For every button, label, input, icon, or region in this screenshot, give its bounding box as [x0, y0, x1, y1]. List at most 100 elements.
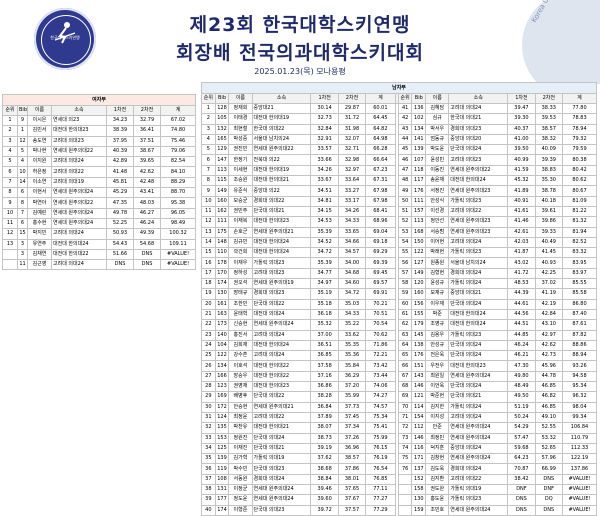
run2-cell: 33.27 — [337, 185, 367, 197]
table-row: 16 178 이재우 가톨릭 의대23 35.39 34.00 69.39 56 127 원종원 서… — [201, 257, 598, 269]
name-cell: 홍진서 — [228, 329, 253, 341]
run1-cell: 34.72 — [310, 247, 339, 259]
total-cell: 95.34 — [561, 381, 598, 393]
rank-cell: 58 — [397, 278, 413, 290]
team-cell: 연세대 원주의대23 — [448, 185, 509, 197]
run2-cell: 48.03 — [133, 197, 161, 209]
bib-cell: 117 — [411, 175, 427, 187]
run2-cell: 32.98 — [337, 154, 367, 166]
run1-cell: 37.16 — [310, 370, 339, 383]
bib-cell: 156 — [411, 298, 427, 310]
run1-cell: 38.84 — [310, 473, 339, 485]
total-cell: 77.11 — [365, 483, 396, 496]
name-cell: 이선경 — [425, 205, 450, 218]
name-cell: 김형현 — [425, 267, 450, 280]
run1-cell: 39.46 — [310, 483, 339, 496]
run2-cell: 33.65 — [337, 226, 367, 238]
run2-cell: 36.41 — [133, 125, 161, 137]
run1-cell: 30.14 — [310, 102, 339, 115]
rank-cell: 1 — [2, 114, 18, 127]
rank-cell: 16 — [201, 257, 216, 269]
run2-cell: 32.97 — [337, 164, 367, 177]
total-cell: 69.57 — [365, 278, 396, 290]
run1-cell: 33.67 — [310, 175, 339, 187]
bib-cell: 125 — [214, 442, 230, 455]
total-cell: 70.54 — [365, 319, 396, 331]
total-cell: 88.70 — [159, 187, 197, 199]
name-cell: 전은욱 — [425, 350, 450, 362]
name-cell: 이호석 — [228, 360, 253, 372]
bib-cell: 179 — [411, 319, 427, 331]
total-cell: 82.52 — [561, 236, 598, 249]
name-cell: 이형준 — [228, 504, 253, 516]
table-row: 34 125 이재진 단국대 의대21 39.19 36.96 76.15 74 116 덕지훈 중… — [201, 442, 598, 455]
women-results-table: 여자부 순위 Bib 이름 소속 1차전 2차전 계 1 9 이시은 연세대 의23 34.23 32… — [1, 94, 197, 271]
name-cell: 박준현 — [425, 391, 450, 403]
rank-cell: 2 — [201, 113, 216, 125]
run1-cell: 37.00 — [310, 329, 339, 341]
team-cell: 전북대 의22 — [251, 154, 312, 166]
run2-cell: 40.93 — [534, 257, 563, 269]
team-cell: 연세대 원주의대22 — [51, 197, 107, 209]
men-results-table: 남자부 순위 Bib 이름 소속 1차전 2차전 계 순위 Bib 이름 소속 1차전 2차전 계 1 12… — [201, 82, 598, 516]
bib-cell: 11 — [17, 259, 28, 271]
bib-cell: 113 — [411, 216, 427, 228]
bib-cell: 177 — [214, 494, 230, 506]
bib-cell: 162 — [214, 205, 230, 218]
run1-cell: 45.81 — [106, 176, 134, 189]
bib-cell: 128 — [214, 102, 230, 115]
bib-cell: 145 — [411, 329, 427, 341]
team-cell: 연세대 원주의대24 — [448, 432, 509, 444]
rank-cell: 11 — [201, 205, 216, 218]
run2-cell: 52.55 — [534, 422, 563, 434]
bib-cell: 10 — [17, 166, 28, 178]
run1-cell: 44.85 — [507, 329, 536, 341]
team-cell: 대전대 한의대23 — [51, 125, 107, 137]
run2-cell: 33.62 — [337, 329, 367, 341]
team-cell: 고려대 의대23 — [448, 154, 509, 166]
bib-cell: 176 — [411, 185, 427, 197]
name-cell: 이현서 — [27, 187, 52, 199]
total-cell: 87.40 — [561, 308, 598, 321]
rank-cell: 61 — [397, 308, 413, 321]
run2-cell: 38.83 — [534, 164, 563, 177]
team-cell: 대전대 한의대23 — [251, 216, 312, 228]
table-row: 10 160 모승균 경희대 의대22 34.81 33.17 67.98 50 111 안성식 가… — [201, 195, 598, 207]
run1-cell: 34.23 — [106, 114, 134, 127]
run1-cell: 36.84 — [310, 401, 339, 413]
table-row: 9 8 박연아 연세대 원주의대22 47.35 48.03 95.38 — [2, 197, 197, 209]
rank-cell: 27 — [201, 370, 216, 383]
bib-cell: 112 — [411, 422, 427, 434]
team-cell: 고려대 의대24 — [448, 236, 509, 249]
bib-cell: 116 — [411, 442, 427, 455]
table-row: 37 108 서동원 경희대 의대24 38.84 38.01 76.85 152 김지환 고려대… — [201, 473, 598, 485]
total-cell: 67.98 — [365, 195, 396, 207]
bib-cell: 146 — [411, 381, 427, 393]
total-cell: 68.41 — [365, 205, 396, 218]
column-header: 소속 — [51, 105, 107, 116]
total-cell: 77.27 — [365, 494, 396, 506]
rank-cell — [397, 483, 413, 496]
total-cell: 68.96 — [365, 216, 396, 228]
run2-cell: 54.68 — [133, 238, 161, 250]
run1-cell: 41.46 — [507, 216, 536, 228]
team-cell: 고려대 의대23 — [51, 135, 107, 147]
team-cell: 연세대 원주의대24 — [51, 207, 107, 219]
run1-cell: 34.26 — [310, 164, 339, 177]
run2-cell: 31.98 — [337, 123, 367, 135]
rank-cell: 39 — [201, 494, 216, 506]
bib-cell: 136 — [411, 102, 427, 115]
run1-cell: DNF — [507, 483, 536, 496]
run1-cell: 32.91 — [310, 133, 339, 146]
table-row: 23 140 홍진서 고려대 의대24 37.00 33.62 70.62 63 145 김용우 가… — [201, 329, 598, 341]
rank-cell: 24 — [201, 339, 216, 352]
team-cell: 연세대 원주의대22 — [448, 164, 509, 177]
total-cell: 87.61 — [561, 319, 598, 331]
rank-cell: 8 — [201, 175, 216, 187]
run2-cell: 37.02 — [534, 278, 563, 290]
rank-cell: 1 — [201, 102, 216, 115]
run2-cell: 38.57 — [534, 123, 563, 135]
name-cell: 권진민 — [228, 144, 253, 156]
name-cell: 모승균 — [228, 195, 253, 207]
run1-cell: 57.47 — [507, 432, 536, 444]
